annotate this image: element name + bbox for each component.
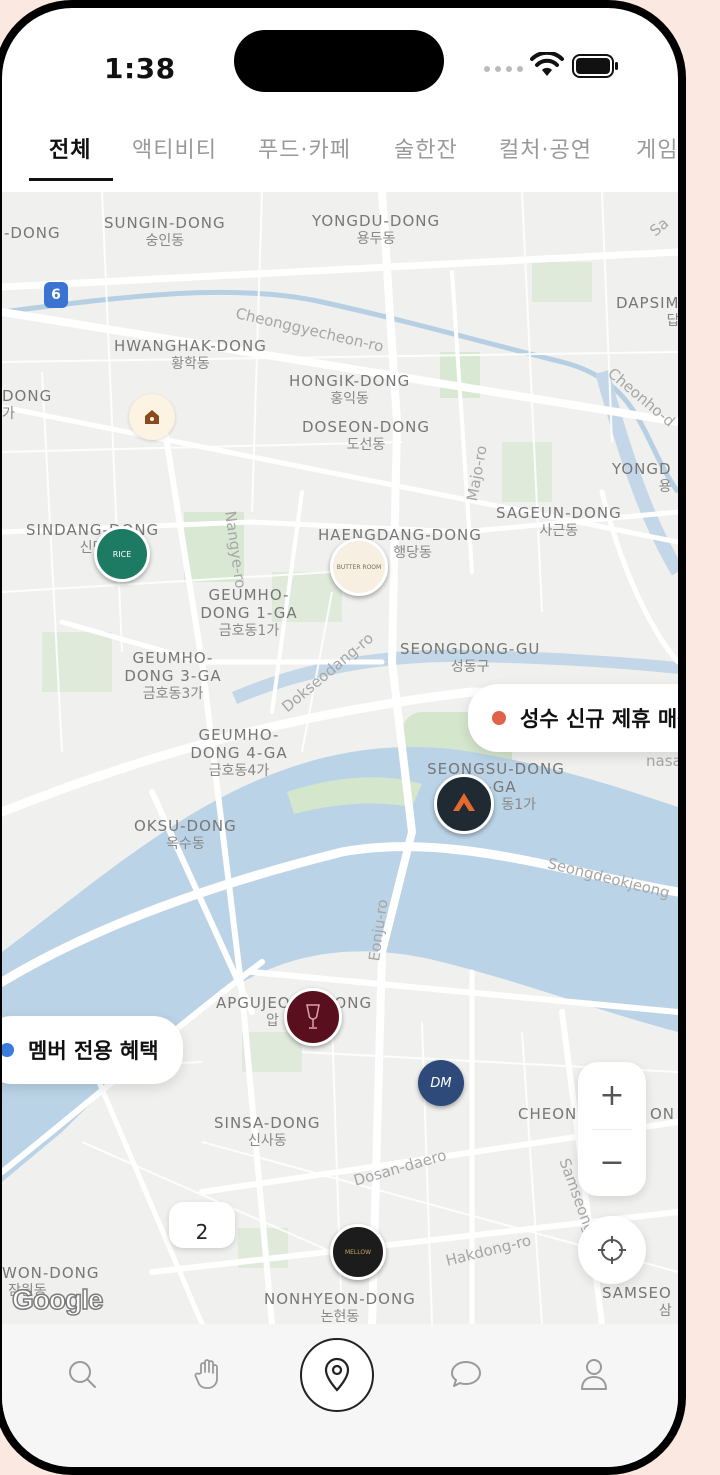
pin-label: MELLOW <box>344 1248 372 1256</box>
map-pin-wine-bar[interactable] <box>284 988 342 1046</box>
map-area-label: ON <box>650 1105 676 1123</box>
map-area-label: YONGD 용 <box>612 460 672 495</box>
map-view[interactable]: SUNGIN-DONG 숭인동 YONGDU-DONG 용두동 -DONG DAPS… <box>2 192 678 1324</box>
map-area-label: SINSA-DONG 신사동 <box>214 1114 321 1149</box>
status-time: 1:38 <box>104 52 176 85</box>
map-area-label: DOSEON-DONG 도선동 <box>302 418 430 453</box>
crosshair-icon <box>598 1236 626 1264</box>
category-tabs: 전체 액티비티 푸드·카페 술한잔 컬처·공연 게임 <box>2 126 678 186</box>
hand-icon <box>194 1359 218 1389</box>
tab-food-cafe[interactable]: 푸드·카페 <box>258 132 351 164</box>
google-attribution: Google <box>11 1283 104 1316</box>
signal-icon <box>484 66 523 72</box>
cluster-count: 2 <box>195 1220 209 1244</box>
wifi-icon <box>530 52 564 76</box>
map-area-label: GEUMHO-DONG 4-GA 금호동4가 <box>190 726 288 779</box>
map-area-label: GEUMHO-DONG 3-GA 금호동3가 <box>124 649 222 702</box>
map-pin-peaks[interactable] <box>434 774 494 834</box>
active-tab-indicator <box>29 178 113 181</box>
pin-label: DM <box>430 1075 452 1091</box>
zoom-divider <box>592 1129 632 1130</box>
zoom-controls: + − <box>578 1062 646 1196</box>
chat-icon <box>451 1361 481 1387</box>
callout-seongsu-partner[interactable]: 성수 신규 제휴 매장 <box>468 684 678 752</box>
map-cluster-marker[interactable]: 2 <box>169 1202 235 1248</box>
app-screen: 1:38 전체 액티비티 푸드·카페 술한잔 컬처·공연 게임 SUNGIN-D… <box>2 8 678 1467</box>
map-area-label: CHEON <box>518 1105 578 1123</box>
tab-culture[interactable]: 컬처·공연 <box>499 132 592 164</box>
map-pin-dm[interactable]: DM <box>418 1060 464 1106</box>
map-area-label: YONGDU-DONG 용두동 <box>312 212 441 247</box>
callout-text: 성수 신규 제휴 매장 <box>520 707 678 731</box>
nav-map[interactable] <box>300 1338 374 1412</box>
map-area-label: DONG 가 <box>2 387 53 422</box>
tab-game[interactable]: 게임 <box>636 132 678 164</box>
map-area-label: NONHYEON-DONG 논현동 <box>264 1290 416 1324</box>
map-area-label: GEUMHO-DONG 1-GA 금호동1가 <box>200 586 298 639</box>
map-pin-house[interactable] <box>129 394 175 440</box>
nav-hand[interactable] <box>188 1352 232 1396</box>
house-icon <box>145 410 159 424</box>
map-road-label: nasa <box>646 752 678 770</box>
map-pin-icon <box>324 1357 350 1392</box>
nav-profile[interactable] <box>572 1352 616 1396</box>
map-pin-rice-store[interactable]: RICE <box>94 526 150 582</box>
search-icon <box>69 1361 96 1388</box>
map-area-label: SAGEUN-DONG 사근동 <box>496 504 622 539</box>
zoom-in-button[interactable]: + <box>578 1062 646 1129</box>
tab-all[interactable]: 전체 <box>49 132 91 164</box>
map-pin-mellow[interactable]: MELLOW <box>330 1224 386 1280</box>
map-area-label: SUNGIN-DONG 숭인동 <box>104 214 226 249</box>
my-location-button[interactable] <box>578 1216 646 1284</box>
nav-chat[interactable] <box>444 1352 488 1396</box>
peaks-logo-icon <box>453 793 475 811</box>
zoom-out-button[interactable]: − <box>578 1129 646 1196</box>
map-area-label: OKSU-DONG 옥수동 <box>134 817 237 852</box>
map-area-label: HWANGHAK-DONG 황학동 <box>114 337 267 372</box>
nav-search[interactable] <box>60 1352 104 1396</box>
callout-text: 멤버 전용 혜택 <box>28 1039 159 1063</box>
map-area-label: -DONG <box>4 224 61 242</box>
callout-dot <box>492 711 506 725</box>
phone-frame: 1:38 전체 액티비티 푸드·카페 술한잔 컬처·공연 게임 SUNGIN-D… <box>0 0 686 1475</box>
map-area-label: SAMSEO 삼 <box>602 1284 672 1319</box>
bottom-nav <box>2 1324 678 1467</box>
battery-icon <box>572 54 618 78</box>
map-area-label: SEONGDONG-GU 성동구 <box>400 640 541 675</box>
map-base <box>2 192 678 1324</box>
pin-label: RICE <box>112 549 132 559</box>
tab-activity[interactable]: 액티비티 <box>132 132 217 164</box>
callout-member-benefit[interactable]: 멤버 전용 혜택 <box>2 1016 183 1084</box>
tab-drinks[interactable]: 술한잔 <box>394 132 458 164</box>
wine-glass-icon <box>306 1004 320 1029</box>
map-area-label: DAPSIM 답 <box>616 294 678 329</box>
profile-icon <box>581 1359 607 1390</box>
callout-dot <box>2 1043 14 1057</box>
highway-shield: 6 <box>44 282 68 308</box>
pin-label: BUTTER ROOM <box>336 563 382 571</box>
dynamic-island <box>234 30 444 92</box>
map-pin-butter-room[interactable]: BUTTER ROOM <box>330 538 388 596</box>
map-area-label: HONGIK-DONG 홍익동 <box>289 372 411 407</box>
